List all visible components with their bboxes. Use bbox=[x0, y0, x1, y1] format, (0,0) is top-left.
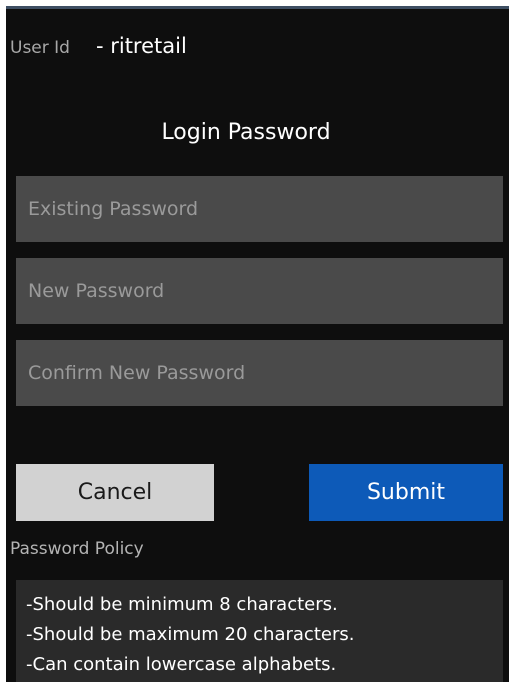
existing-password-input[interactable] bbox=[28, 198, 503, 220]
policy-item: -Should be minimum 8 characters. bbox=[26, 594, 338, 615]
new-password-field[interactable] bbox=[16, 258, 503, 324]
top-divider bbox=[6, 6, 509, 9]
password-policy-label: Password Policy bbox=[10, 539, 144, 559]
policy-item: -Can contain lowercase alphabets. bbox=[26, 654, 337, 675]
confirm-password-input[interactable] bbox=[28, 362, 503, 384]
user-id-row: User Id - ritretail bbox=[10, 34, 187, 64]
existing-password-field[interactable] bbox=[16, 176, 503, 242]
cancel-button[interactable]: Cancel bbox=[16, 464, 214, 521]
confirm-password-field[interactable] bbox=[16, 340, 503, 406]
policy-item: -Should be maximum 20 characters. bbox=[26, 624, 355, 645]
new-password-input[interactable] bbox=[28, 280, 503, 302]
user-id-value: - ritretail bbox=[95, 34, 187, 58]
submit-button[interactable]: Submit bbox=[309, 464, 503, 521]
password-policy-box: -Should be minimum 8 characters. -Should… bbox=[16, 580, 503, 682]
change-password-screen: User Id - ritretail Login Password Cance… bbox=[6, 6, 509, 682]
page-title: Login Password bbox=[161, 120, 331, 145]
user-id-label: User Id bbox=[10, 38, 70, 58]
